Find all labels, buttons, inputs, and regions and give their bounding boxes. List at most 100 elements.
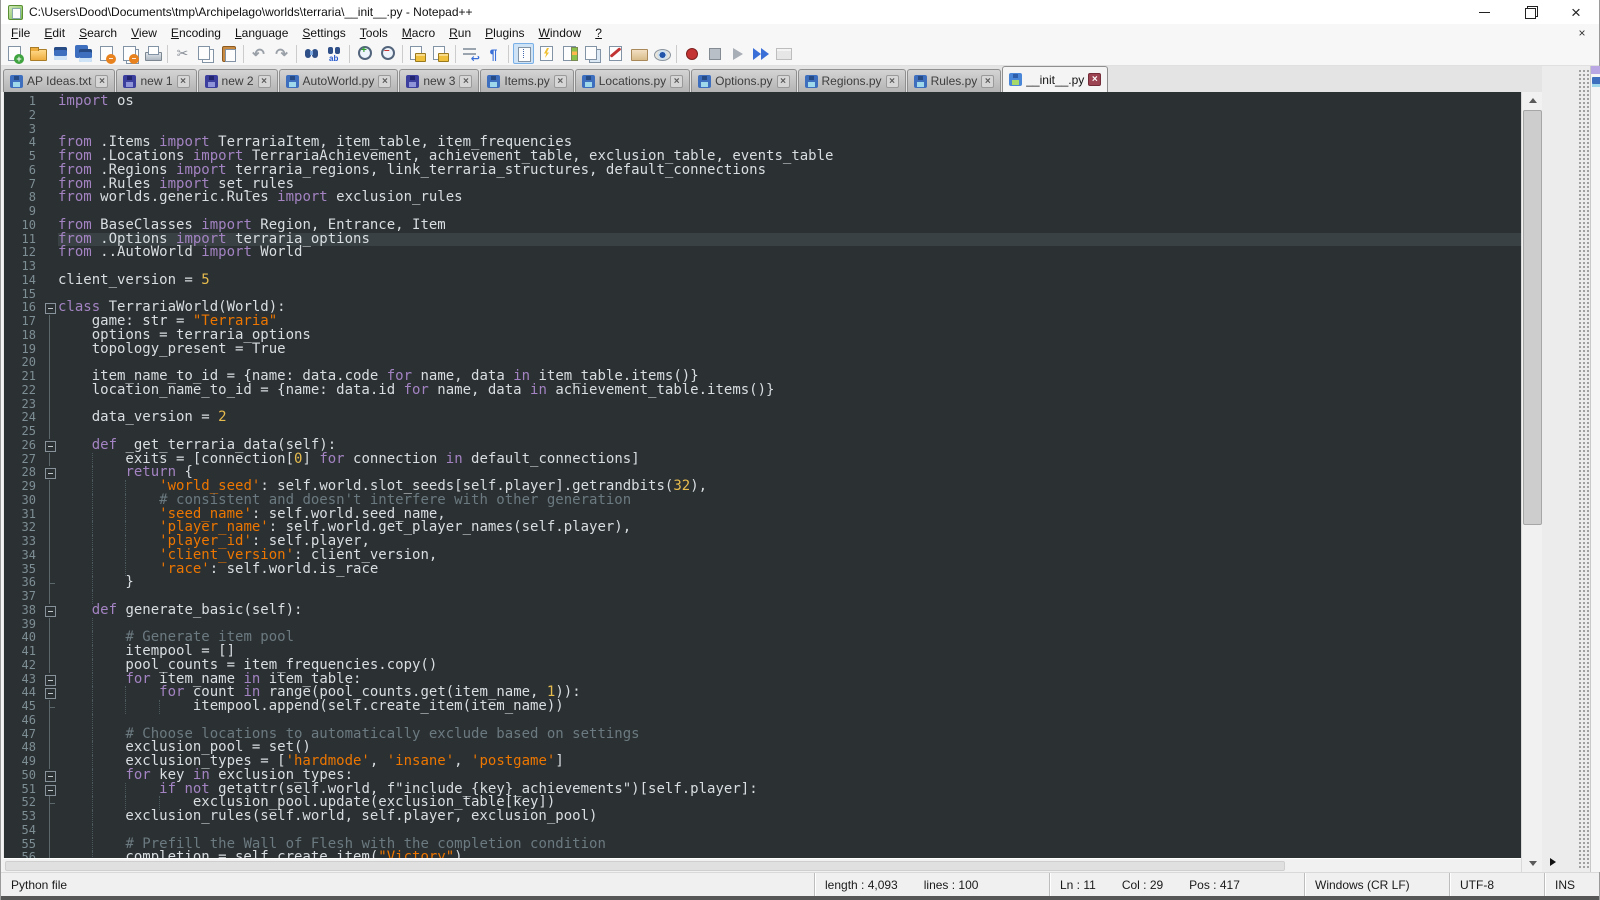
menu-item-file[interactable]: File [4, 25, 37, 41]
scroll-up-icon[interactable] [1522, 92, 1543, 109]
modify-marker-icon[interactable] [605, 43, 626, 64]
open-icon[interactable] [27, 43, 48, 64]
menu-item-search[interactable]: Search [72, 25, 124, 41]
code-line-23[interactable]: 23 [4, 398, 1521, 412]
code-line-38[interactable]: 38 def generate_basic(self): [4, 604, 1521, 618]
code-line-45[interactable]: 45 itempool.append(self.create_item(item… [4, 700, 1521, 714]
folder-as-workspace-icon[interactable] [628, 43, 649, 64]
close-icon[interactable] [96, 43, 117, 64]
tab-close-icon[interactable] [981, 75, 994, 88]
tab-close-icon[interactable] [258, 75, 271, 88]
show-all-characters-icon[interactable] [483, 43, 504, 64]
save-icon[interactable] [50, 43, 71, 64]
code-text[interactable]: from ..AutoWorld import World [58, 246, 1521, 260]
menu-item-plugins[interactable]: Plugins [478, 25, 531, 41]
tab-regions-py[interactable]: Regions.py [798, 69, 906, 92]
tab-rules-py[interactable]: Rules.py [907, 69, 1002, 92]
menu-item-edit[interactable]: Edit [37, 25, 72, 41]
close-all-icon[interactable] [119, 43, 140, 64]
tab-autoworld-py[interactable]: AutoWorld.py [279, 69, 399, 92]
code-line-12[interactable]: 12from ..AutoWorld import World [4, 246, 1521, 260]
code-text[interactable]: from worlds.generic.Rules import exclusi… [58, 191, 1521, 205]
code-text[interactable]: itempool.append(self.create_item(item_na… [58, 700, 1521, 714]
code-line-53[interactable]: 53 exclusion_rules(self.world, self.play… [4, 810, 1521, 824]
menu-item-encoding[interactable]: Encoding [164, 25, 228, 41]
tab-new-2[interactable]: new 2 [198, 69, 278, 92]
code-editor[interactable]: 1import os234from .Items import Terraria… [3, 92, 1521, 858]
status-ins-mode[interactable]: INS [1544, 873, 1599, 896]
tab-close-icon[interactable] [777, 75, 790, 88]
sync-vertical-icon[interactable] [407, 43, 428, 64]
code-line-8[interactable]: 8from worlds.generic.Rules import exclus… [4, 191, 1521, 205]
code-text[interactable] [58, 109, 1521, 123]
tab-close-icon[interactable] [886, 75, 899, 88]
code-line-1[interactable]: 1import os [4, 95, 1521, 109]
new-file-icon[interactable] [4, 43, 25, 64]
maximize-button[interactable] [1507, 0, 1553, 24]
macro-save-icon[interactable] [773, 43, 794, 64]
print-icon[interactable] [142, 43, 163, 64]
code-line-22[interactable]: 22 location_name_to_id = {name: data.id … [4, 384, 1521, 398]
code-text[interactable] [58, 260, 1521, 274]
document-list-icon[interactable] [582, 43, 603, 64]
code-text[interactable]: # Generate item pool [58, 631, 1521, 645]
menu-item-window[interactable]: Window [532, 25, 589, 41]
tab-ap-ideas-txt[interactable]: AP Ideas.txt [3, 69, 115, 92]
code-line-24[interactable]: 24 data_version = 2 [4, 411, 1521, 425]
macro-record-icon[interactable] [681, 43, 702, 64]
word-wrap-icon[interactable] [460, 43, 481, 64]
code-text[interactable]: exclusion_rules(self.world, self.player,… [58, 810, 1521, 824]
tab-new-1[interactable]: new 1 [116, 69, 196, 92]
tab-locations-py[interactable]: Locations.py [575, 69, 690, 92]
vertical-scrollbar-thumb[interactable] [1523, 110, 1542, 525]
code-text[interactable]: } [58, 576, 1521, 590]
zoom-in-icon[interactable] [354, 43, 375, 64]
docked-panel-sliver[interactable] [1590, 66, 1600, 872]
status-eol[interactable]: Windows (CR LF) [1304, 873, 1449, 896]
fold-collapse-icon[interactable] [42, 783, 58, 797]
panel-splitter-grip[interactable] [1577, 68, 1590, 868]
redo-icon[interactable] [271, 43, 292, 64]
code-text[interactable]: topology_present = True [58, 343, 1521, 357]
code-text[interactable]: import os [58, 95, 1521, 109]
fold-collapse-icon[interactable] [42, 686, 58, 700]
close-document-icon[interactable]: × [1575, 26, 1589, 40]
horizontal-scrollbar-thumb[interactable] [5, 861, 1285, 871]
tab-close-icon[interactable] [670, 75, 683, 88]
vertical-scrollbar[interactable] [1521, 92, 1542, 872]
document-map-icon[interactable] [559, 43, 580, 64]
code-text[interactable]: data_version = 2 [58, 411, 1521, 425]
fold-collapse-icon[interactable] [42, 439, 58, 453]
fold-collapse-icon[interactable] [42, 673, 58, 687]
tab-close-icon[interactable] [554, 75, 567, 88]
code-line-56[interactable]: 56 completion = self.create_item("Victor… [4, 851, 1521, 858]
replace-icon[interactable] [324, 43, 345, 64]
code-line-2[interactable]: 2 [4, 109, 1521, 123]
monitoring-icon[interactable] [651, 43, 672, 64]
code-text[interactable]: completion = self.create_item("Victory") [58, 851, 1521, 858]
splitter-arrow-icon[interactable] [1550, 858, 1556, 866]
macro-run-multiple-icon[interactable] [750, 43, 771, 64]
indent-guide-icon[interactable] [513, 43, 534, 64]
code-text[interactable]: location_name_to_id = {name: data.id for… [58, 384, 1521, 398]
fold-collapse-icon[interactable] [42, 604, 58, 618]
status-encoding[interactable]: UTF-8 [1449, 873, 1544, 896]
paste-icon[interactable] [218, 43, 239, 64]
code-line-36[interactable]: 36 } [4, 576, 1521, 590]
fold-collapse-icon[interactable] [42, 466, 58, 480]
code-text[interactable] [58, 398, 1521, 412]
undo-icon[interactable] [248, 43, 269, 64]
tab-close-icon[interactable] [1088, 73, 1101, 86]
cut-icon[interactable] [172, 43, 193, 64]
code-line-35[interactable]: 35 'race': self.world.is_race [4, 563, 1521, 577]
function-list-icon[interactable] [536, 43, 557, 64]
find-icon[interactable] [301, 43, 322, 64]
menu-item-?[interactable]: ? [588, 25, 609, 41]
tab-new-3[interactable]: new 3 [399, 69, 479, 92]
menu-item-settings[interactable]: Settings [295, 25, 352, 41]
save-all-icon[interactable] [73, 43, 94, 64]
macro-stop-icon[interactable] [704, 43, 725, 64]
tab-init-py[interactable]: __init__.py [1002, 66, 1108, 92]
tab-items-py[interactable]: Items.py [480, 69, 573, 92]
tab-close-icon[interactable] [459, 75, 472, 88]
